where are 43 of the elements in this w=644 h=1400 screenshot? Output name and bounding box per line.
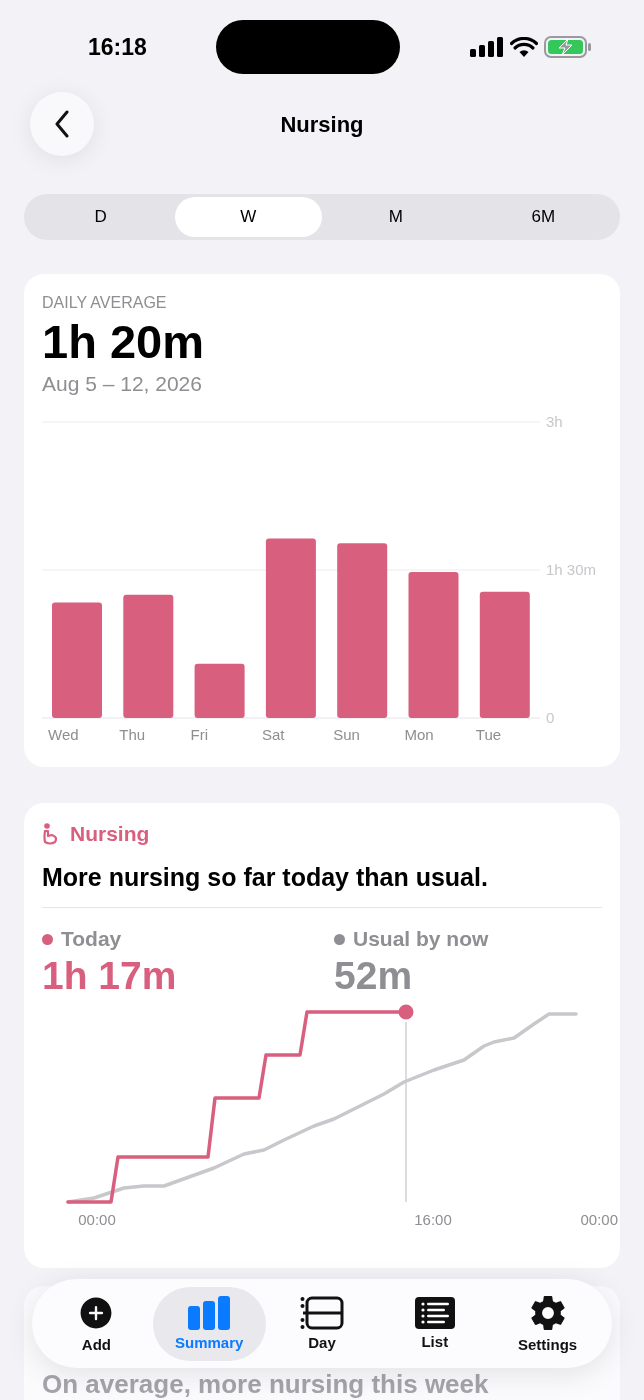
bar-chart-icon [187, 1295, 232, 1330]
settings-icon [528, 1293, 567, 1332]
x-axis-label: Thu [119, 726, 146, 743]
x-axis-label: 00:00 [78, 1211, 116, 1228]
x-axis-label: Tue [475, 726, 502, 743]
person-icon [42, 823, 58, 845]
category-label: Nursing [70, 821, 150, 848]
x-axis-label: Fri [190, 726, 209, 743]
date-range: Aug 5 – 12, 2026 [42, 371, 203, 397]
period-tab[interactable]: 6M [469, 197, 617, 237]
next-card-headline: On average, more nursing this week [42, 1369, 489, 1399]
list-icon [414, 1296, 455, 1329]
tab-bar-item[interactable]: Add [40, 1286, 153, 1361]
period-tab[interactable]: D [27, 197, 175, 237]
signal-icon [470, 37, 504, 57]
period-tab[interactable]: W [174, 197, 322, 237]
bar [194, 663, 245, 718]
period-tab[interactable]: M [322, 197, 470, 237]
tab-bar-item[interactable]: Day [265, 1286, 379, 1361]
y-axis-label: 3h [546, 413, 563, 430]
tab-bar-item[interactable]: List [378, 1286, 492, 1361]
tab-bar-item[interactable]: Settings [491, 1286, 604, 1361]
screen-title: Nursing [280, 110, 364, 139]
y-axis-label: 0 [546, 709, 555, 726]
legend-label: Usual by now [353, 926, 489, 953]
legend-label: Today [61, 926, 122, 953]
x-axis-label: Wed [48, 726, 79, 743]
insight-headline: More nursing so far today than usual. [42, 862, 489, 893]
stat-value: 1h 17m [42, 953, 178, 999]
x-axis-label: Sat [261, 726, 285, 743]
x-axis-label: Sun [333, 726, 360, 743]
back-icon [54, 110, 70, 138]
status-time: 16:18 [88, 33, 147, 62]
timeline-icon [300, 1295, 344, 1330]
battery-charging-icon [544, 36, 592, 58]
wifi-icon [510, 37, 538, 57]
y-axis-label: 1h 30m [546, 561, 597, 578]
stat-value: 52m [334, 953, 414, 999]
x-axis-label: Mon [404, 726, 434, 743]
x-axis-label: 16:00 [414, 1211, 452, 1228]
x-axis-label: 00:00 [580, 1211, 618, 1228]
caption: DAILY AVERAGE [42, 294, 168, 312]
daily-average-value: 1h 20m [42, 314, 205, 370]
